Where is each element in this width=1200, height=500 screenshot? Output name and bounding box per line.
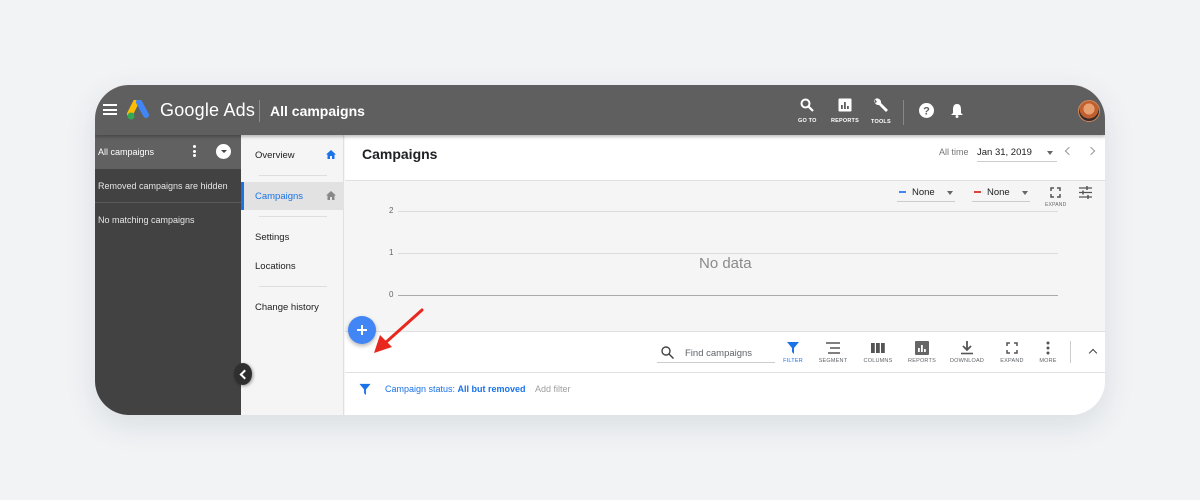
more-vert-icon[interactable] — [193, 145, 196, 159]
chart-settings-icon[interactable] — [1079, 186, 1092, 199]
reports-icon — [915, 341, 929, 355]
date-range-label: All time — [939, 147, 969, 157]
segment-icon — [826, 342, 840, 354]
home-icon — [326, 150, 336, 159]
annotation-arrow-icon — [374, 308, 424, 353]
expand-icon — [1006, 342, 1018, 354]
previous-period-icon[interactable] — [1064, 146, 1074, 156]
segment-button[interactable]: SEGMENT — [811, 341, 855, 364]
metric-1-select[interactable]: None — [897, 186, 955, 202]
tools-button[interactable]: TOOLS — [871, 98, 891, 125]
reports-icon — [838, 98, 852, 112]
metric-1-swatch — [899, 191, 906, 193]
nav-item-locations[interactable]: Locations — [241, 252, 344, 280]
chevron-up-icon[interactable] — [1088, 348, 1098, 358]
page-title: All campaigns — [270, 103, 365, 119]
divider — [1070, 341, 1071, 363]
more-icon — [1046, 341, 1050, 355]
search-icon — [800, 98, 815, 112]
performance-chart: None None EXPAND 2 1 0 No data — [345, 181, 1105, 353]
add-filter-link[interactable]: Add filter — [535, 384, 571, 394]
download-icon — [961, 341, 973, 355]
columns-icon — [871, 343, 885, 353]
expand-chart-icon[interactable] — [1050, 187, 1061, 198]
page-title: Campaigns — [362, 146, 438, 162]
chevron-down-icon — [947, 191, 953, 195]
svg-text:?: ? — [923, 106, 930, 118]
top-bar: Google Ads All campaigns GO TO REPORTS T… — [95, 85, 1105, 135]
divider — [903, 100, 904, 125]
table-toolbar: Find campaigns FILTER SEGMENT COLUMNS RE… — [345, 331, 1105, 373]
campaign-status-filter[interactable]: Campaign status: All but removed — [385, 384, 526, 394]
avatar[interactable] — [1078, 100, 1100, 122]
chevron-down-icon — [1047, 151, 1053, 155]
filter-button[interactable]: FILTER — [771, 341, 815, 364]
empty-chart-message: No data — [699, 255, 752, 272]
gridline — [398, 211, 1058, 212]
search-icon — [661, 346, 674, 359]
y-tick-label: 1 — [389, 248, 394, 257]
goto-button[interactable]: GO TO — [798, 98, 817, 124]
find-campaigns-input[interactable]: Find campaigns — [657, 343, 775, 363]
brand-name: Google Ads — [160, 100, 256, 120]
nav-item-campaigns[interactable]: Campaigns — [241, 182, 344, 210]
main-content: Campaigns All time Jan 31, 2019 None Non… — [345, 135, 1105, 415]
x-axis-baseline — [398, 295, 1058, 296]
filter-icon — [787, 342, 799, 354]
filter-icon — [359, 383, 371, 396]
divider — [259, 175, 327, 176]
nav-item-overview[interactable]: Overview — [241, 141, 344, 169]
nav-item-change-history[interactable]: Change history — [241, 293, 344, 321]
divider — [259, 286, 327, 287]
campaign-tree-header[interactable]: All campaigns — [95, 135, 241, 169]
divider — [259, 216, 327, 217]
dropdown-icon[interactable] — [216, 144, 231, 159]
download-button[interactable]: DOWNLOAD — [945, 341, 989, 364]
panel-message: No matching campaigns — [98, 215, 195, 225]
page-nav: Overview Campaigns Settings Locations Ch… — [241, 135, 344, 415]
collapse-panel-button[interactable] — [234, 363, 252, 385]
y-tick-label: 0 — [389, 290, 394, 299]
chevron-down-icon — [1022, 191, 1028, 195]
reports-button[interactable]: REPORTS — [831, 98, 859, 124]
more-button[interactable]: MORE — [1026, 341, 1070, 364]
page-header: Campaigns All time Jan 31, 2019 — [345, 135, 1105, 181]
date-range-picker[interactable]: Jan 31, 2019 — [977, 144, 1057, 162]
expand-chart-label: EXPAND — [1045, 202, 1067, 208]
menu-icon[interactable] — [103, 104, 117, 115]
metric-2-select[interactable]: None — [972, 186, 1030, 202]
y-tick-label: 2 — [389, 206, 394, 215]
wrench-icon — [874, 98, 888, 112]
columns-button[interactable]: COLUMNS — [856, 341, 900, 364]
divider — [259, 100, 260, 122]
panel-message: Removed campaigns are hidden — [95, 169, 241, 203]
app-window: Google Ads All campaigns GO TO REPORTS T… — [95, 85, 1105, 415]
google-ads-logo-icon — [127, 100, 149, 120]
gridline — [398, 253, 1058, 254]
help-icon[interactable]: ? — [919, 103, 934, 118]
next-period-icon[interactable] — [1086, 146, 1096, 156]
bell-icon[interactable] — [950, 103, 964, 118]
reports-button[interactable]: REPORTS — [900, 341, 944, 364]
campaign-tree-panel: All campaigns Removed campaigns are hidd… — [95, 135, 241, 415]
filter-bar: Campaign status: All but removed Add fil… — [345, 373, 1105, 415]
nav-item-settings[interactable]: Settings — [241, 223, 344, 251]
home-icon — [326, 191, 336, 200]
metric-2-swatch — [974, 191, 981, 193]
